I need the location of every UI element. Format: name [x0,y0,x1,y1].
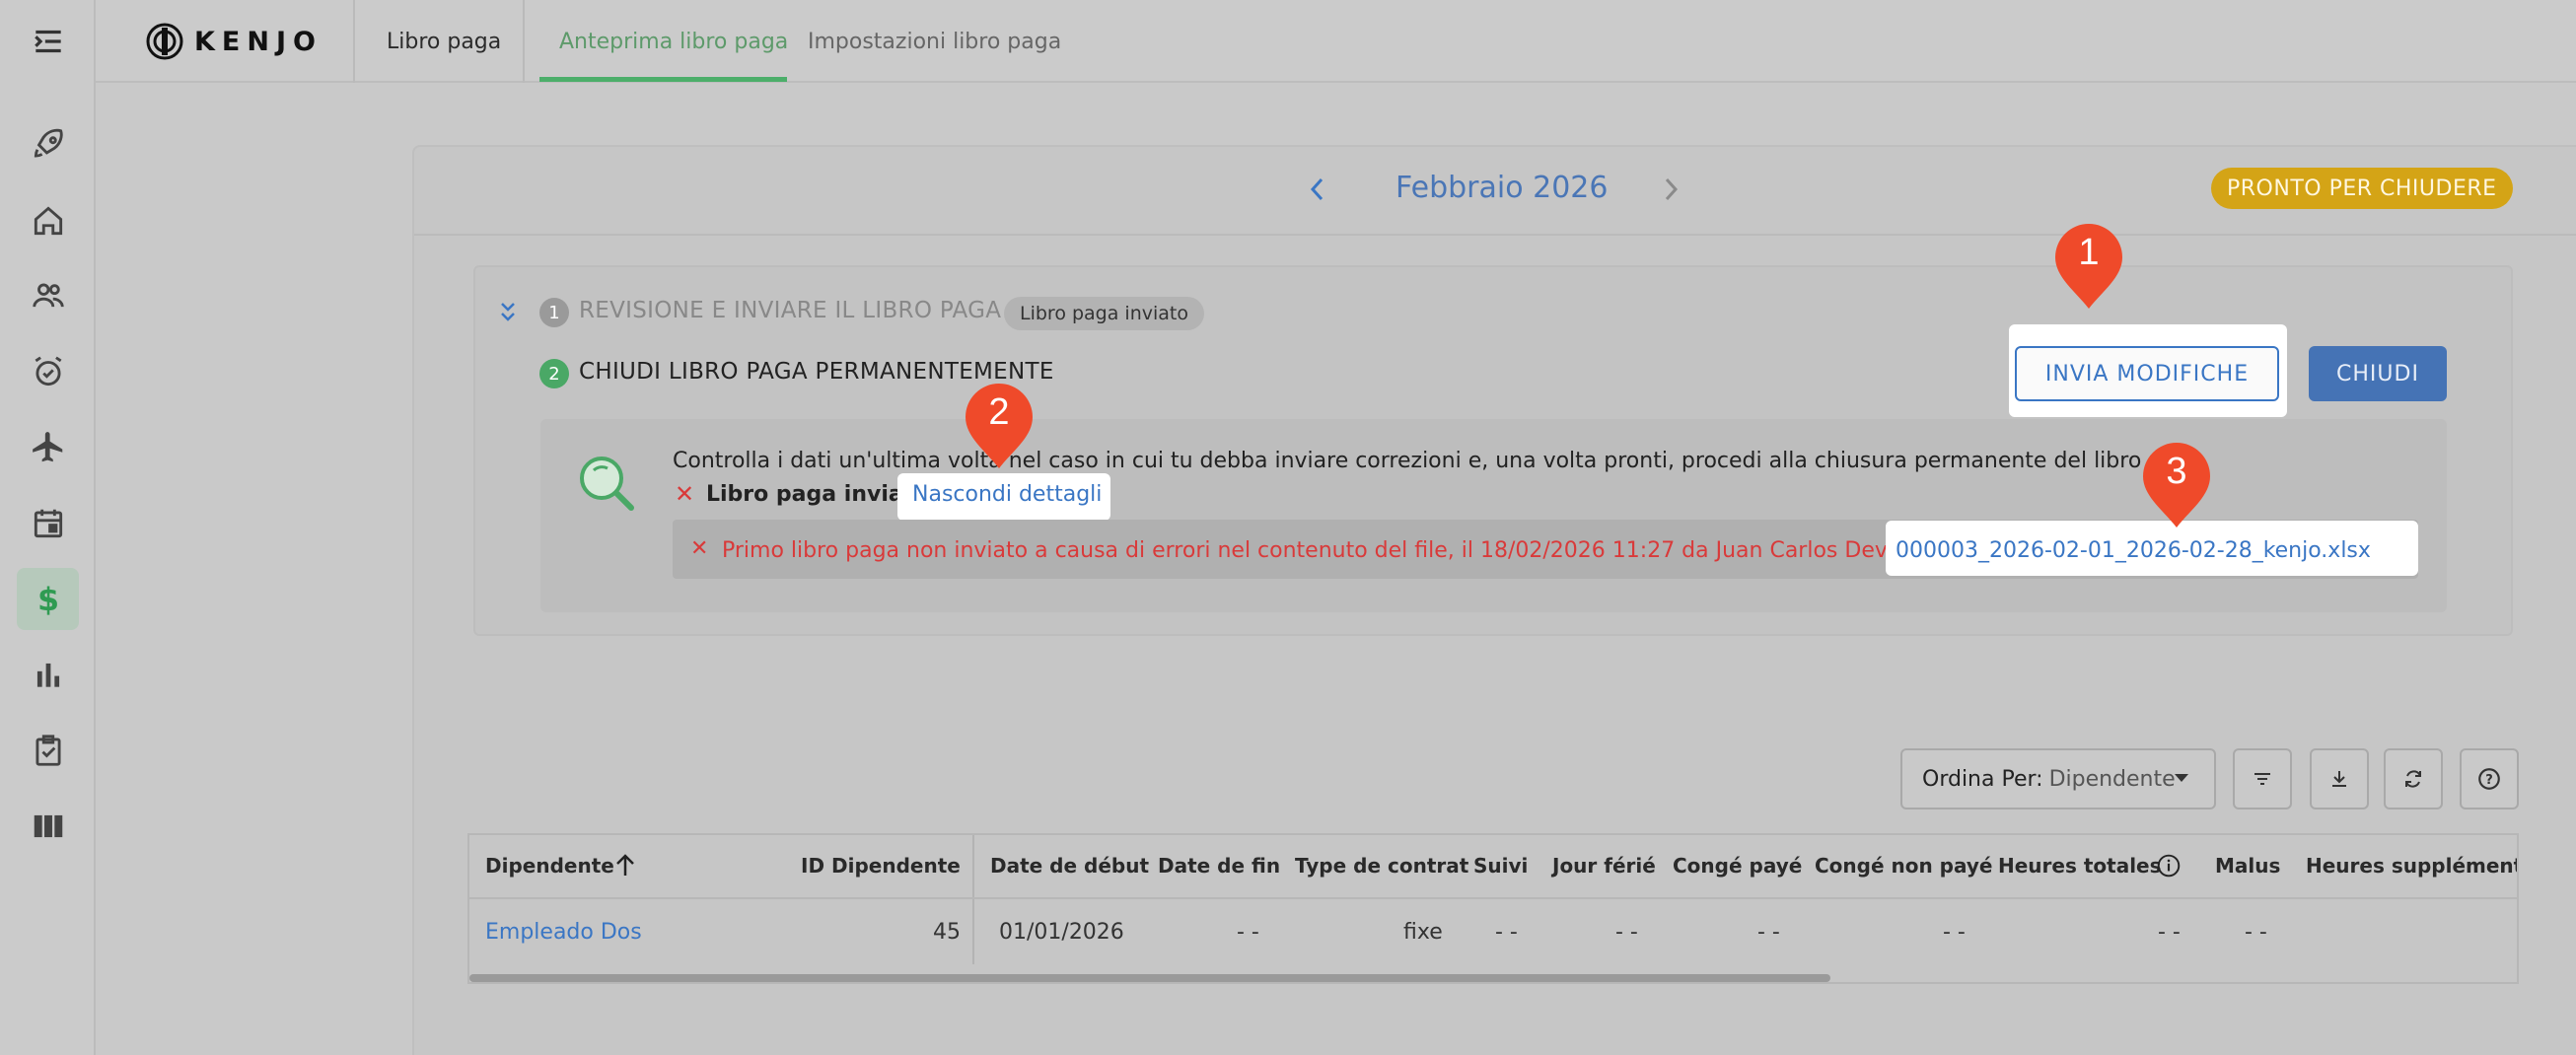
download-button[interactable] [2310,748,2369,809]
columns-icon[interactable] [17,795,79,857]
column-header-date-debut[interactable]: Date de début [990,835,1149,896]
status-badge: PRONTO PER CHIUDERE [2211,168,2513,209]
step-1-number: 1 [539,298,569,327]
tab-libro-paga[interactable]: Libro paga [387,0,501,83]
chevron-down-icon [2175,774,2188,782]
info-icon[interactable] [2156,853,2182,882]
home-icon[interactable] [17,189,79,251]
topbar-divider [353,0,355,83]
header-divider [469,897,2517,899]
cell-conge-paye: - - [1757,919,1780,945]
help-button[interactable]: ? [2460,748,2519,809]
step-1-status-chip: Libro paga inviato [1004,297,1204,330]
cell-suivi: - - [1495,919,1518,945]
annotation-1-number: 1 [2078,232,2100,273]
month-title: Febbraio 2026 [1395,171,1609,205]
hide-details-link[interactable]: Nascondi dettagli [912,482,1102,507]
filter-icon [2254,773,2270,785]
bar-chart-icon[interactable] [17,643,79,705]
topbar-divider [523,0,525,83]
kenjo-logo[interactable]: KENJO [145,22,322,61]
filter-button[interactable] [2233,748,2292,809]
info-message: Controlla i dati un'ultima volta nel cas… [673,449,2210,473]
cell-malus: - - [2245,919,2267,945]
horizontal-scrollbar[interactable] [469,974,1830,982]
close-payroll-button[interactable]: CHIUDI [2309,346,2447,401]
next-month-icon[interactable] [1661,175,1681,212]
kenjo-logo-icon [146,23,183,60]
people-icon[interactable] [17,264,79,326]
alarm-check-icon[interactable] [17,340,79,402]
search-magnifier-icon [572,449,643,524]
column-header-jour-ferie[interactable]: Jour férié [1552,835,1656,896]
cell-heures-totales: - - [2158,919,2181,945]
sidebar: $ [0,0,96,1055]
rocket-icon[interactable] [17,113,79,176]
topbar: KENJO Libro paga Anteprima libro paga Im… [96,0,2576,83]
status-x-icon: ✕ [675,480,695,508]
column-header-conge-paye[interactable]: Congé payé [1673,835,1802,896]
annotation-pin-1: 1 [2053,222,2124,311]
download-icon [2332,771,2346,787]
annotation-pin-3: 3 [2141,441,2212,529]
column-header-dipendente[interactable]: Dipendente [485,835,614,896]
column-header-heures-totales[interactable]: Heures totales [1998,835,2162,896]
employee-id: 45 [933,919,961,945]
svg-text:?: ? [2485,773,2493,788]
error-file-link[interactable]: 000003_2026-02-01_2026-02-28_kenjo.xlsx [1896,538,2371,563]
collapse-steps-icon[interactable] [498,299,518,328]
help-icon: ? [2478,768,2500,790]
status-label: Libro paga inviato [706,482,929,507]
error-x-icon: ✕ [690,536,709,561]
tab-impostazioni-libro-paga[interactable]: Impostazioni libro paga [808,0,1061,83]
column-header-suivi[interactable]: Suivi [1473,835,1528,896]
cell-jour-ferie: - - [1615,919,1638,945]
airplane-icon[interactable] [17,416,79,478]
step-1-title: REVISIONE E INVIARE IL LIBRO PAGA [579,298,1002,323]
clipboard-check-icon[interactable] [17,719,79,781]
active-tab-indicator [539,77,787,82]
annotation-pin-2: 2 [964,382,1035,470]
logo-text: KENJO [194,26,322,57]
frozen-column-divider [972,835,974,964]
employee-name-link[interactable]: Empleado Dos [485,899,642,964]
tab-anteprima-libro-paga[interactable]: Anteprima libro paga [559,0,788,83]
column-header-id-dipendente[interactable]: ID Dipendente [801,835,961,896]
calendar-icon[interactable] [17,492,79,554]
column-header-conge-non-paye[interactable]: Congé non payé [1815,835,1992,896]
prev-month-icon[interactable] [1308,175,1327,212]
annotation-2-number: 2 [988,391,1010,433]
column-header-type-contrat[interactable]: Type de contrat [1295,835,1468,896]
svg-text:$: $ [36,583,58,618]
column-header-malus[interactable]: Malus [2215,835,2280,896]
sort-value: Dipendente [2048,766,2176,792]
card-header: Febbraio 2026 PRONTO PER CHIUDERE [414,147,2576,236]
sort-label: Ordina Per: [1922,766,2043,792]
menu-collapse-icon[interactable] [17,10,79,72]
dollar-icon[interactable]: $ [17,568,79,630]
cell-date-debut: 01/01/2026 [999,919,1124,945]
step-2-number: 2 [539,359,569,388]
column-header-date-fin[interactable]: Date de fin [1158,835,1280,896]
error-message: Primo libro paga non inviato a causa di … [722,538,1901,563]
refresh-button[interactable] [2384,748,2443,809]
sort-ascending-icon[interactable] [613,853,637,882]
annotation-3-number: 3 [2166,451,2187,492]
cell-date-fin: - - [1237,919,1259,945]
sort-select[interactable]: Ordina Per: Dipendente [1900,748,2216,809]
payroll-table: Dipendente ID Dipendente Date de début D… [467,833,2519,984]
cell-type-contrat: fixe [1403,919,1443,945]
refresh-icon [2405,770,2421,788]
send-changes-button[interactable]: INVIA MODIFICHE [2015,346,2279,401]
column-header-heures-supplementaire[interactable]: Heures supplémentaire [2306,835,2517,896]
cell-conge-non-paye: - - [1943,919,1966,945]
